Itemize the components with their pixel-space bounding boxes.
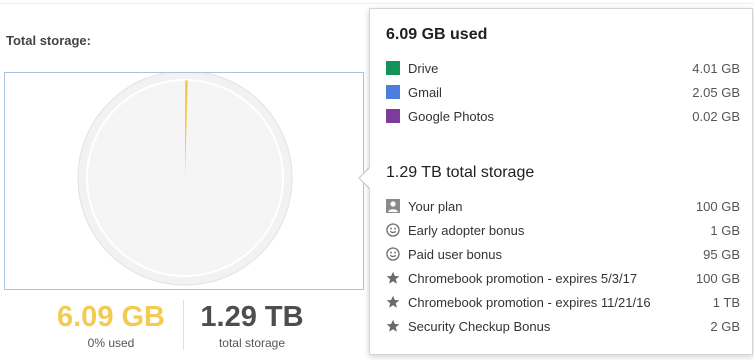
drive-color-swatch [386, 61, 400, 75]
plan-row-security-checkup: Security Checkup Bonus 2 GB [386, 316, 740, 336]
gmail-color-swatch [386, 85, 400, 99]
plan-row-chromebook-2: Chromebook promotion - expires 11/21/16 … [386, 292, 740, 312]
usage-amount: 2.05 GB [692, 84, 740, 100]
plan-amount: 1 GB [710, 222, 740, 238]
plan-row-paid-user: Paid user bonus 95 GB [386, 244, 740, 264]
used-heading: 6.09 GB used [386, 26, 488, 43]
plan-amount: 95 GB [703, 246, 740, 262]
pie-slice-available [87, 81, 282, 275]
used-value: 6.09 GB [57, 301, 165, 333]
storage-chart[interactable] [4, 72, 364, 290]
plan-row-your-plan: Your plan 100 GB [386, 196, 740, 216]
stat-divider [183, 300, 184, 350]
usage-label: Drive [408, 60, 439, 76]
plan-amount: 100 GB [695, 270, 740, 286]
plan-label: Early adopter bonus [408, 222, 525, 238]
usage-amount: 4.01 GB [692, 60, 740, 76]
smiley-icon [386, 223, 400, 237]
used-caption: 0% used [87, 336, 135, 350]
usage-row-drive: Drive 4.01 GB [386, 58, 740, 78]
star-icon [386, 295, 400, 309]
usage-label: Gmail [408, 84, 442, 100]
plan-label: Your plan [408, 198, 463, 214]
star-icon [386, 271, 400, 285]
total-stat: 1.29 TB total storage [186, 300, 318, 350]
total-value: 1.29 TB [200, 301, 304, 333]
person-icon [386, 199, 400, 213]
usage-amount: 0.02 GB [692, 108, 740, 124]
plan-amount: 1 TB [712, 294, 740, 310]
smiley-icon [386, 247, 400, 261]
usage-row-gmail: Gmail 2.05 GB [386, 82, 740, 102]
plan-label: Chromebook promotion - expires 5/3/17 [408, 270, 638, 286]
plan-amount: 2 GB [710, 318, 740, 334]
plan-amount: 100 GB [695, 198, 740, 214]
total-heading: 1.29 TB total storage [386, 164, 535, 181]
storage-details-popover: 6.09 GB used Drive 4.01 GB Gmail 2.05 GB… [369, 8, 753, 355]
used-stat: 6.09 GB 0% used [40, 300, 182, 350]
usage-row-photos: Google Photos 0.02 GB [386, 106, 740, 126]
photos-color-swatch [386, 109, 400, 123]
plan-label: Chromebook promotion - expires 11/21/16 [408, 294, 651, 310]
plan-row-early-adopter: Early adopter bonus 1 GB [386, 220, 740, 240]
plan-label: Paid user bonus [408, 246, 502, 262]
total-storage-label: Total storage: [6, 33, 91, 48]
top-divider [0, 3, 754, 4]
usage-label: Google Photos [408, 108, 495, 124]
popover-arrow-inner [360, 168, 370, 188]
plan-row-chromebook-1: Chromebook promotion - expires 5/3/17 10… [386, 268, 740, 288]
star-icon [386, 319, 400, 333]
total-caption: total storage [218, 336, 286, 350]
storage-pie-chart [77, 73, 293, 286]
plan-label: Security Checkup Bonus [408, 318, 551, 334]
